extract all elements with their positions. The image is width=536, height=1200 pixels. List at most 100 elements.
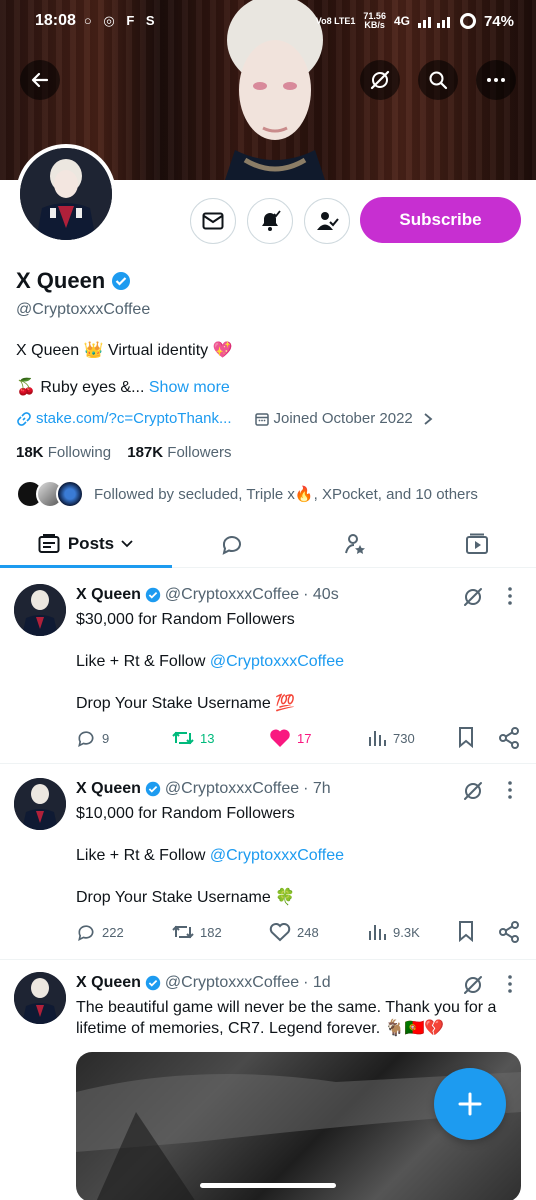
joined-date: Joined October 2022: [273, 410, 413, 427]
plus-icon: [458, 1092, 482, 1116]
chevron-down-icon: [121, 540, 133, 548]
search-icon: [429, 71, 448, 90]
notifications-button[interactable]: [247, 198, 293, 244]
post-line: Drop Your Stake Username 🍀: [76, 889, 296, 906]
tab-media[interactable]: [417, 520, 536, 568]
post-actions: 222 182 248 9.3K: [76, 920, 521, 944]
following-button[interactable]: [304, 198, 350, 244]
more-dots-icon: [487, 78, 505, 82]
bookmark-icon[interactable]: [457, 920, 475, 942]
post-line: $30,000 for Random Followers: [76, 611, 295, 628]
following-link[interactable]: 18K Following: [16, 444, 111, 461]
verified-badge-icon: [145, 975, 161, 991]
grok-icon[interactable]: [462, 974, 484, 996]
post-body: $30,000 for Random Followers Like + Rt &…: [76, 609, 521, 714]
avatar-portrait: [20, 148, 112, 240]
share-icon[interactable]: [498, 921, 520, 943]
like-count: 248: [297, 924, 319, 940]
message-button[interactable]: [190, 198, 236, 244]
views-action[interactable]: 9.3K: [367, 920, 420, 944]
post-line: $10,000 for Random Followers: [76, 805, 295, 822]
reply-icon: [78, 925, 94, 942]
reply-icon: [78, 731, 94, 748]
mention-link[interactable]: @CryptoxxxCoffee: [210, 653, 344, 670]
person-check-icon: [317, 212, 339, 230]
post-more-icon[interactable]: [500, 586, 520, 606]
grok-icon[interactable]: [462, 586, 484, 608]
profile-avatar[interactable]: [16, 144, 116, 244]
back-button[interactable]: [20, 60, 60, 100]
post-author-name[interactable]: X Queen: [76, 974, 141, 992]
views-chart-icon: [369, 731, 386, 746]
like-count: 17: [297, 730, 312, 746]
repost-count: 13: [200, 730, 215, 746]
bell-check-icon: [262, 210, 281, 231]
tab-posts[interactable]: Posts: [0, 520, 172, 568]
post-line-text: Like + Rt & Follow: [76, 653, 210, 670]
post-author-handle[interactable]: @CryptoxxxCoffee: [165, 586, 299, 604]
battery-icon: [459, 13, 476, 29]
repost-count: 182: [200, 924, 222, 940]
calendar-icon: [254, 412, 269, 426]
chevron-right-icon[interactable]: [421, 412, 435, 426]
followers-link[interactable]: 187K Followers: [127, 444, 231, 461]
post-author-name[interactable]: X Queen: [76, 780, 141, 798]
reply-action[interactable]: 9: [76, 726, 109, 750]
grok-button[interactable]: [360, 60, 400, 100]
search-button[interactable]: [418, 60, 458, 100]
compose-button[interactable]: [434, 1068, 506, 1140]
heart-icon: [269, 923, 291, 942]
bookmark-icon[interactable]: [457, 726, 475, 748]
post-line: Drop Your Stake Username 💯: [76, 695, 296, 712]
post-header: X Queen @CryptoxxxCoffee · 40s: [76, 586, 339, 604]
network-type: 4G: [393, 14, 410, 28]
post-author-handle[interactable]: @CryptoxxxCoffee: [165, 780, 299, 798]
subscribe-button[interactable]: Subscribe: [360, 197, 521, 243]
profile-tabs: Posts: [0, 520, 536, 568]
share-icon[interactable]: [498, 727, 520, 749]
post-author-handle[interactable]: @CryptoxxxCoffee: [165, 974, 299, 992]
network-label: Vo8 LTE1: [315, 15, 356, 26]
post-avatar[interactable]: [14, 972, 66, 1024]
post-line: Like + Rt & Follow @CryptoxxxCoffee: [76, 651, 521, 672]
tab-highlights[interactable]: [292, 520, 417, 568]
post-more-icon[interactable]: [500, 780, 520, 800]
show-more-link[interactable]: Show more: [149, 379, 230, 396]
repost-action[interactable]: 182: [172, 920, 222, 944]
post-author-name[interactable]: X Queen: [76, 586, 141, 604]
verified-badge-icon[interactable]: [111, 271, 131, 291]
repost-icon: [172, 731, 194, 745]
profile-website-link[interactable]: stake.com/?c=CryptoThank...: [36, 410, 232, 427]
media-tab-icon: [465, 533, 488, 554]
signal-icon: [417, 17, 450, 28]
post-avatar[interactable]: [14, 778, 66, 830]
more-button[interactable]: [476, 60, 516, 100]
repost-action[interactable]: 13: [172, 726, 214, 750]
post-header: X Queen @CryptoxxxCoffee · 1d: [76, 974, 331, 992]
reply-action[interactable]: 222: [76, 920, 124, 944]
post-card[interactable]: X Queen @CryptoxxxCoffee · 7h $10,000 fo…: [0, 764, 536, 960]
mention-link[interactable]: @CryptoxxxCoffee: [210, 847, 344, 864]
profile-name-row: X Queen: [16, 268, 131, 294]
followed-by-row[interactable]: Followed by secluded, Triple x🔥, XPocket…: [16, 480, 478, 508]
post-header: X Queen @CryptoxxxCoffee · 7h: [76, 780, 331, 798]
network-speed-unit: KB/s: [364, 20, 385, 30]
tab-replies[interactable]: [172, 520, 292, 568]
tab-posts-label: Posts: [67, 534, 115, 553]
like-action[interactable]: 248: [269, 920, 319, 944]
followers-label: Followers: [167, 444, 232, 461]
views-action[interactable]: 730: [367, 726, 415, 750]
home-indicator[interactable]: [200, 1183, 336, 1188]
network-speed: 71.56 KB/s: [363, 12, 386, 30]
post-more-icon[interactable]: [500, 974, 520, 994]
post-time: · 7h: [303, 780, 331, 797]
post-card[interactable]: X Queen @CryptoxxxCoffee · 40s $30,000 f…: [0, 568, 536, 764]
verified-badge-icon: [145, 587, 161, 603]
post-line: Like + Rt & Follow @CryptoxxxCoffee: [76, 845, 521, 866]
post-avatar[interactable]: [14, 584, 66, 636]
person-star-icon: [344, 534, 365, 554]
grok-icon[interactable]: [462, 780, 484, 802]
like-action[interactable]: 17: [269, 726, 311, 750]
following-label: Following: [47, 444, 112, 461]
post-avatar-portrait: [14, 778, 66, 830]
